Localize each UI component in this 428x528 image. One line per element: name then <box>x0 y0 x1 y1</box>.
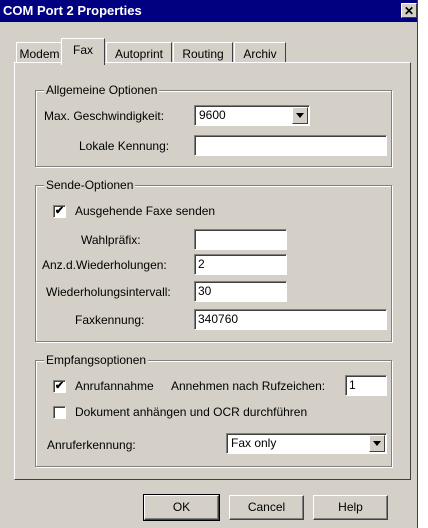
tab-autoprint-label: Autoprint <box>114 47 164 61</box>
check-icon: ✔ <box>54 205 65 217</box>
fax-id-input[interactable]: 340760 <box>194 309 387 330</box>
dial-prefix-input[interactable] <box>194 229 287 250</box>
caller-id-select[interactable]: Fax only <box>226 433 387 454</box>
title-bar[interactable]: COM Port 2 Properties ✕ <box>0 0 417 22</box>
fax-id-label: Faxkennung: <box>75 313 145 327</box>
retry-interval-input[interactable]: 30 <box>194 281 287 302</box>
max-speed-select[interactable]: 9600 <box>194 105 310 126</box>
help-button[interactable]: Help <box>313 495 388 520</box>
close-button[interactable]: ✕ <box>401 3 417 18</box>
max-speed-value: 9600 <box>199 108 226 122</box>
tab-modem[interactable]: Modem <box>16 42 63 63</box>
send-faxes-checkbox[interactable]: ✔ <box>53 205 66 218</box>
tab-modem-label: Modem <box>19 47 60 61</box>
send-options-group: Sende-Optionen ✔ Ausgehende Faxe senden … <box>35 178 392 342</box>
tab-routing-label: Routing <box>182 47 224 61</box>
answer-calls-checkbox[interactable]: ✔ <box>53 380 66 393</box>
properties-dialog: COM Port 2 Properties ✕ Modem Fax Autopr… <box>0 0 418 528</box>
tab-archiv-label: Archiv <box>243 47 277 61</box>
tab-panel-fax: Allgemeine Optionen Max. Geschwindigkeit… <box>14 62 411 480</box>
general-options-group: Allgemeine Optionen Max. Geschwindigkeit… <box>35 83 392 167</box>
close-icon: ✕ <box>403 4 415 18</box>
rings-label: Annehmen nach Rufzeichen: <box>171 379 326 393</box>
tab-autoprint[interactable]: Autoprint <box>106 42 172 63</box>
rings-input[interactable]: 1 <box>345 375 387 396</box>
window-title: COM Port 2 Properties <box>3 3 142 18</box>
retries-input[interactable]: 2 <box>194 254 287 275</box>
send-options-title: Sende-Optionen <box>44 178 136 192</box>
attach-ocr-label: Dokument anhängen und OCR durchführen <box>75 405 308 419</box>
answer-calls-label: Anrufannahme <box>75 379 154 393</box>
check-icon: ✔ <box>54 380 65 392</box>
max-speed-label: Max. Geschwindigkeit: <box>44 109 165 123</box>
dial-prefix-label: Wahlpräfix: <box>81 233 141 247</box>
local-id-input[interactable] <box>194 135 387 156</box>
receive-options-title: Empfangsoptionen <box>44 353 149 367</box>
ok-button[interactable]: OK <box>143 494 220 521</box>
receive-options-group: Empfangsoptionen ✔ Anrufannahme Annehmen… <box>35 353 392 467</box>
local-id-label: Lokale Kennung: <box>79 139 170 153</box>
send-faxes-label: Ausgehende Faxe senden <box>75 204 216 218</box>
cancel-button[interactable]: Cancel <box>229 495 304 520</box>
chevron-down-icon[interactable] <box>292 107 308 124</box>
general-options-title: Allgemeine Optionen <box>44 83 160 97</box>
caller-id-label: Anruferkennung: <box>47 438 136 452</box>
tab-fax[interactable]: Fax <box>61 38 105 65</box>
retry-interval-label: Wiederholungsintervall: <box>46 285 171 299</box>
attach-ocr-checkbox[interactable] <box>53 406 66 419</box>
tab-routing[interactable]: Routing <box>173 42 233 63</box>
caller-id-value: Fax only <box>231 436 277 450</box>
tab-archiv[interactable]: Archiv <box>234 42 286 63</box>
retries-label: Anz.d.Wiederholungen: <box>42 258 167 272</box>
chevron-down-icon[interactable] <box>369 435 385 452</box>
tab-fax-label: Fax <box>72 43 93 57</box>
